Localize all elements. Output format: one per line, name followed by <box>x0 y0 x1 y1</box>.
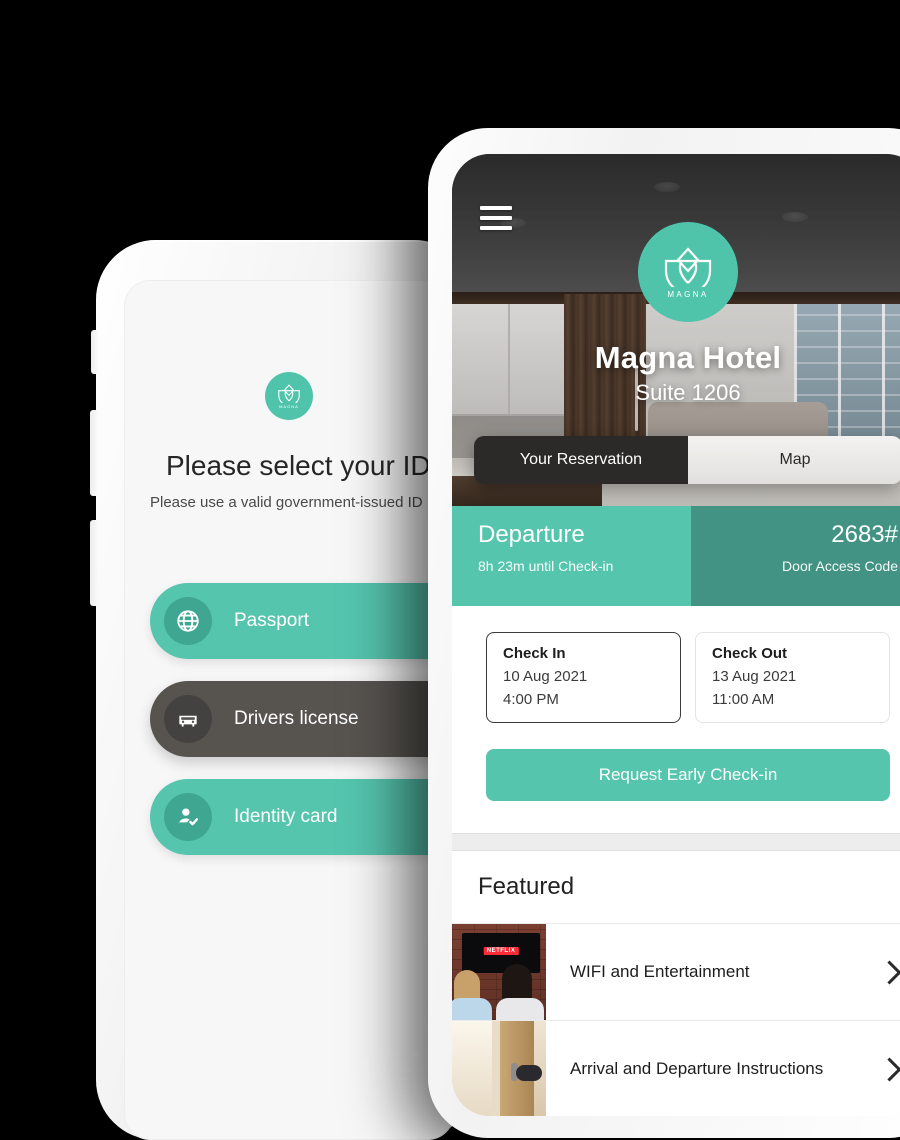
departure-panel[interactable]: Departure 8h 23m until Check-in <box>452 506 692 606</box>
featured-item-label: WIFI and Entertainment <box>570 961 750 981</box>
phone-volume-up-button[interactable] <box>90 410 98 496</box>
check-out-box[interactable]: Check Out 13 Aug 2021 11:00 AM <box>695 632 890 723</box>
tab-map[interactable]: Map <box>688 436 900 484</box>
left-status-bar <box>124 280 454 326</box>
id-option-identity-card[interactable]: Identity card <box>150 779 454 855</box>
id-option-label: Identity card <box>234 806 338 827</box>
door-access-code: 2683# <box>831 521 898 548</box>
featured-heading: Featured <box>478 873 575 900</box>
id-options-list: Passport Drivers license Identity card <box>124 583 454 855</box>
globe-icon <box>164 597 212 645</box>
hamburger-menu-icon[interactable] <box>480 206 512 230</box>
person-silhouette <box>452 998 492 1020</box>
phone-volume-down-button[interactable] <box>90 520 98 606</box>
tab-your-reservation[interactable]: Your Reservation <box>474 436 688 484</box>
page-title: Magna Hotel <box>594 340 782 375</box>
list-item[interactable]: Arrival and Departure Instructions <box>452 1020 900 1116</box>
magna-lotus-logo-icon <box>278 384 300 403</box>
magna-logo-badge: MAGNA <box>638 222 738 322</box>
featured-row-body: Arrival and Departure Instructions <box>546 1021 900 1116</box>
featured-item-label: Arrival and Departure Instructions <box>570 1058 824 1078</box>
check-in-label: Check In <box>503 645 566 662</box>
list-item[interactable]: NETFLIX WIFI and Entertainment <box>452 923 900 1020</box>
id-option-passport[interactable]: Passport <box>150 583 454 659</box>
hero-tab-bar: Your Reservation Map <box>474 436 900 484</box>
hand-silhouette <box>516 1065 542 1081</box>
tv-netflix-photo: NETFLIX <box>452 924 546 1020</box>
suite-number: Suite 1206 <box>635 380 741 405</box>
check-out-time: 11:00 AM <box>712 691 775 708</box>
id-option-label: Drivers license <box>234 708 359 729</box>
magna-logo-wordmark: MAGNA <box>667 290 709 299</box>
check-in-time: 4:00 PM <box>503 691 559 708</box>
right-phone-screen: MAGNA Magna Hotel Suite 1206 Your Reserv… <box>452 154 900 1116</box>
door-access-panel[interactable]: 2683# Door Access Code <box>691 506 900 606</box>
section-divider <box>452 833 900 851</box>
id-select-heading: Please select your ID type <box>166 450 454 481</box>
departure-title: Departure <box>478 521 585 548</box>
door-access-label: Door Access Code <box>782 558 898 575</box>
magna-logo-small: MAGNA <box>265 372 313 420</box>
screenshot-stage: MAGNA Please select your ID type Please … <box>0 0 900 1140</box>
featured-row-body: WIFI and Entertainment <box>546 924 900 1020</box>
person-silhouette <box>496 998 544 1020</box>
netflix-logo: NETFLIX <box>483 947 519 955</box>
car-icon <box>164 695 212 743</box>
hotel-door-photo <box>452 1021 546 1116</box>
check-in-date: 10 Aug 2021 <box>503 668 588 685</box>
check-out-date: 13 Aug 2021 <box>712 668 797 685</box>
request-early-checkin-button[interactable]: Request Early Check-in <box>486 749 890 801</box>
right-phone-device: MAGNA Magna Hotel Suite 1206 Your Reserv… <box>428 128 900 1138</box>
left-phone-screen: MAGNA Please select your ID type Please … <box>124 280 454 1140</box>
left-phone-device: MAGNA Please select your ID type Please … <box>90 240 474 1140</box>
hotel-hero-header: MAGNA Magna Hotel Suite 1206 Your Reserv… <box>452 154 900 506</box>
television: NETFLIX <box>462 933 540 973</box>
featured-thumbnail-wifi: NETFLIX <box>452 924 546 1020</box>
check-in-box[interactable]: Check In 10 Aug 2021 4:00 PM <box>486 632 681 723</box>
door-frame <box>492 1021 500 1116</box>
reservation-card: Check In 10 Aug 2021 4:00 PM Check Out 1… <box>452 606 900 833</box>
departure-countdown: 8h 23m until Check-in <box>478 558 614 575</box>
check-out-label: Check Out <box>712 645 788 662</box>
magna-logo-wordmark: MAGNA <box>279 404 299 409</box>
id-select-subheading: Please use a valid government-issued ID <box>150 494 423 511</box>
featured-section: Featured NETFLIX WIFI and Entertainment … <box>452 851 900 1116</box>
featured-thumbnail-arrival <box>452 1021 546 1116</box>
magna-lotus-logo-icon <box>664 247 712 287</box>
date-boxes: Check In 10 Aug 2021 4:00 PM Check Out 1… <box>486 632 890 723</box>
person-check-icon <box>164 793 212 841</box>
phone-mute-button[interactable] <box>91 330 98 374</box>
id-option-drivers-license[interactable]: Drivers license <box>150 681 454 757</box>
status-strip: Departure 8h 23m until Check-in 2683# Do… <box>452 506 900 606</box>
id-option-label: Passport <box>234 610 309 631</box>
